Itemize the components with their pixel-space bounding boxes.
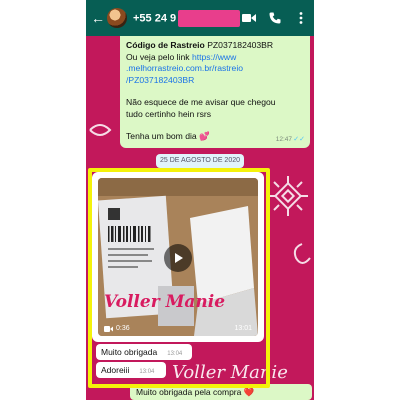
video-camera-icon xyxy=(104,325,113,332)
thanks-message[interactable]: Muito obrigada pela compra ❤️ xyxy=(130,384,312,400)
tracking-code-value: PZ037182403BR xyxy=(207,40,274,50)
more-vertical-icon xyxy=(299,12,303,24)
play-button[interactable] xyxy=(164,244,192,272)
date-separator: 25 DE AGOSTO DE 2020 xyxy=(156,154,244,168)
video-time: 13:01 xyxy=(234,325,252,332)
voice-call-button[interactable] xyxy=(268,11,282,25)
chat-screen: ← +55 24 9 Código de Rastreio PZ03718240… xyxy=(86,0,314,400)
reply-time-2: 13:04 xyxy=(139,369,155,375)
video-duration: 0:36 xyxy=(104,325,130,332)
tracking-code-label: Código de Rastreio xyxy=(126,40,205,50)
video-call-icon xyxy=(242,14,256,22)
reply-message-1[interactable]: Muito obrigada 13:04 xyxy=(96,344,192,360)
reply-time-1: 13:04 xyxy=(167,351,183,357)
read-ticks-icon: ✓✓ xyxy=(293,135,305,143)
video-thumbnail[interactable]: Voller Manie 0:36 13:01 xyxy=(98,178,258,336)
back-button[interactable]: ← xyxy=(90,0,106,36)
message-time: 12:47 xyxy=(275,135,292,143)
duration-text: 0:36 xyxy=(116,325,130,332)
contact-avatar[interactable] xyxy=(107,8,127,28)
thanks-text: Muito obrigada pela compra xyxy=(136,387,242,397)
closing-text: Tenha um bom dia xyxy=(126,131,197,141)
heart-emoji: ❤️ xyxy=(243,387,255,397)
arrow-left-icon: ← xyxy=(91,10,105,26)
chat-header: ← +55 24 9 xyxy=(86,0,314,36)
tracking-link-1[interactable]: https://www xyxy=(192,52,236,62)
link-intro: Ou veja pelo link xyxy=(126,51,190,62)
video-watermark: Voller Manie xyxy=(104,292,226,312)
tracking-message[interactable]: Código de Rastreio PZ037182403BR Ou veja… xyxy=(120,36,310,148)
tracking-link-2[interactable]: .melhorrastreio.com.br/rastreio xyxy=(126,63,243,73)
contact-number: +55 24 9 xyxy=(133,11,177,24)
contact-name[interactable]: +55 24 9 xyxy=(133,9,241,27)
overlay-watermark: Voller Manie xyxy=(172,362,288,383)
hearts-emoji: 💕 xyxy=(199,131,210,141)
phone-icon xyxy=(269,12,281,24)
header-actions xyxy=(242,0,308,36)
message-body-1: Não esquece de me avisar que chegou xyxy=(126,97,276,107)
video-call-button[interactable] xyxy=(242,11,256,25)
play-icon xyxy=(175,253,183,263)
reply-message-2[interactable]: Adoreiii 13:04 xyxy=(96,362,166,378)
redaction-box xyxy=(178,9,241,27)
reply-text-2: Adoreiii xyxy=(101,365,130,375)
tracking-link-3[interactable]: /PZ037182403BR xyxy=(126,75,194,85)
reply-text-1: Muito obrigada xyxy=(101,347,158,357)
message-body-2: tudo certinho hein rsrs xyxy=(126,108,212,119)
video-message[interactable]: Voller Manie 0:36 13:01 xyxy=(92,172,264,342)
menu-button[interactable] xyxy=(294,11,308,25)
